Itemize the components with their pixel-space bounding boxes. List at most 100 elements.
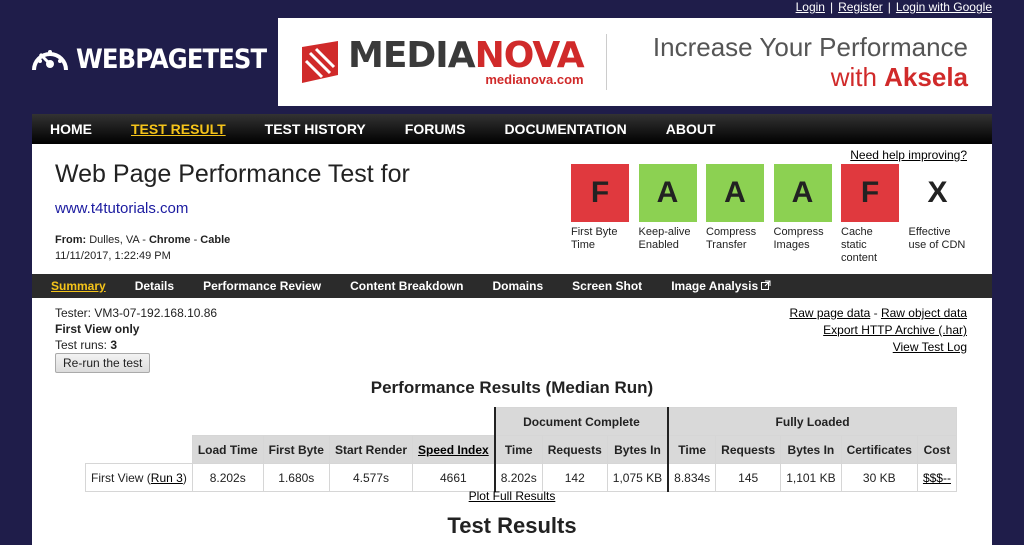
tagline-line2: with Aksela (653, 62, 968, 92)
cell-load-time: 8.202s (191, 463, 264, 492)
grade-cache-static[interactable]: F Cache static content (841, 164, 899, 265)
medianova-logo-icon (302, 41, 338, 83)
grade-box: A (706, 164, 764, 222)
grade-compress-transfer[interactable]: A Compress Transfer (706, 164, 764, 265)
page-title: Web Page Performance Test for (55, 160, 410, 188)
grade-label: Effective use of CDN (908, 226, 966, 251)
grade-box: F (841, 164, 899, 222)
webpagetest-logo[interactable]: WEBPAGETEST (30, 42, 287, 76)
grade-keep-alive[interactable]: A Keep-alive Enabled (638, 164, 697, 265)
plot-results: Plot Full Results (32, 489, 992, 503)
cell-full-requests: 145 (715, 463, 782, 492)
need-help-link[interactable]: Need help improving? (850, 148, 967, 162)
tab-domains[interactable]: Domains (492, 279, 543, 293)
cell-doc-time: 8.202s (493, 463, 543, 492)
rerun-test-button[interactable]: Re-run the test (55, 353, 151, 373)
blank-cell (86, 436, 193, 464)
account-links: Login | Register | Login with Google (796, 0, 992, 14)
group-fully-loaded: Fully Loaded (667, 407, 957, 436)
cell-first-byte: 1.680s (262, 463, 330, 492)
table-header-row: Load Time First Byte Start Render Speed … (86, 435, 957, 464)
test-location: From: Dulles, VA - Chrome - Cable (55, 234, 230, 246)
cell-certificates: 30 KB (840, 463, 918, 492)
tested-url[interactable]: www.t4tutorials.com (55, 200, 188, 217)
row-label-text: First View ( (91, 470, 151, 485)
raw-page-data-link[interactable]: Raw page data (790, 306, 871, 320)
cell-start-render: 4.577s (328, 463, 414, 492)
medianova-wordmark: MEDIANOVA medianova.com (348, 37, 585, 87)
register-link[interactable]: Register (838, 0, 883, 14)
grade-label: Compress Transfer (706, 226, 757, 251)
col-cost: Cost (916, 435, 957, 464)
tester-info: Tester: VM3-07-192.168.10.86 First View … (55, 305, 217, 353)
grade-box: A (773, 164, 832, 222)
banner-divider (605, 34, 607, 90)
tab-summary[interactable]: Summary (51, 279, 106, 293)
view-test-log-link[interactable]: View Test Log (893, 340, 967, 354)
blank-cell (86, 408, 495, 436)
banner-tagline: Increase Your Performance with Aksela (653, 32, 968, 92)
grade-box: A (638, 164, 697, 222)
result-panel: Web Page Performance Test for www.t4tuto… (32, 144, 992, 545)
col-full-time: Time (667, 435, 717, 464)
grade-compress-images[interactable]: A Compress Images (773, 164, 832, 265)
tab-label: Image Analysis (671, 279, 759, 293)
test-date: 11/11/2017, 1:22:49 PM (55, 250, 171, 262)
col-full-bytes-in: Bytes In (780, 435, 842, 464)
view-mode: First View only (55, 322, 140, 336)
plot-full-results-link[interactable]: Plot Full Results (469, 489, 556, 503)
speed-index-link[interactable]: Speed Index (418, 443, 489, 457)
test-runs: Test runs: 3 (55, 337, 217, 353)
grade-label: Keep-alive Enabled (638, 226, 691, 251)
external-link-icon (761, 280, 771, 290)
grade-label: First Byte Time (571, 226, 618, 251)
nav-test-result[interactable]: TEST RESULT (131, 121, 226, 137)
medianova-ad-banner[interactable]: MEDIANOVA medianova.com Increase Your Pe… (278, 18, 992, 106)
col-load-time: Load Time (191, 435, 264, 464)
tester-id: Tester: VM3-07-192.168.10.86 (55, 306, 218, 320)
col-doc-bytes-in: Bytes In (606, 435, 669, 464)
export-har-link[interactable]: Export HTTP Archive (.har) (823, 323, 967, 337)
runs-count: 3 (110, 338, 118, 352)
separator: | (829, 0, 834, 14)
tab-details[interactable]: Details (135, 279, 174, 293)
grade-cdn[interactable]: X Effective use of CDN (908, 164, 967, 265)
result-tabs: Summary Details Performance Review Conte… (32, 274, 992, 298)
tagline-pre: with (830, 62, 885, 92)
cell-cost[interactable]: $$$-- (916, 463, 957, 492)
performance-results-table: Document Complete Fully Loaded Load Time… (85, 407, 957, 492)
grade-label: Compress Images (773, 226, 824, 251)
brand-domain: medianova.com (485, 71, 584, 87)
tagline-bold: Aksela (884, 62, 968, 92)
dash: - (870, 306, 881, 320)
cell-speed-index: 4661 (412, 463, 496, 492)
tab-screen-shot[interactable]: Screen Shot (572, 279, 642, 293)
table-row: First View (Run 3) 8.202s 1.680s 4.577s … (85, 463, 957, 492)
run-3-link[interactable]: Run 3 (151, 471, 183, 485)
cost-link[interactable]: $$$-- (923, 471, 951, 485)
col-speed-index[interactable]: Speed Index (412, 435, 496, 464)
login-link[interactable]: Login (796, 0, 825, 14)
tab-image-analysis[interactable]: Image Analysis (671, 279, 771, 293)
connection-type: Cable (200, 234, 231, 246)
col-doc-time: Time (493, 435, 543, 464)
col-doc-requests: Requests (541, 435, 608, 464)
nav-home[interactable]: HOME (50, 121, 92, 137)
raw-object-data-link[interactable]: Raw object data (881, 306, 967, 320)
from-location: Dulles, VA (89, 234, 140, 246)
tab-performance-review[interactable]: Performance Review (203, 279, 321, 293)
login-google-link[interactable]: Login with Google (896, 0, 992, 14)
nav-about[interactable]: ABOUT (666, 121, 716, 137)
nav-documentation[interactable]: DOCUMENTATION (504, 121, 626, 137)
nav-forums[interactable]: FORUMS (405, 121, 466, 137)
col-full-requests: Requests (715, 435, 782, 464)
group-document-complete: Document Complete (493, 407, 669, 436)
tagline-line1: Increase Your Performance (652, 32, 968, 62)
nav-test-history[interactable]: TEST HISTORY (265, 121, 366, 137)
grade-first-byte[interactable]: F First Byte Time (571, 164, 629, 265)
col-start-render: Start Render (328, 435, 414, 464)
speedometer-icon (32, 50, 68, 71)
tab-content-breakdown[interactable]: Content Breakdown (350, 279, 463, 293)
cell-full-bytes-in: 1,101 KB (780, 463, 842, 492)
cell-doc-bytes-in: 1,075 KB (606, 463, 669, 492)
